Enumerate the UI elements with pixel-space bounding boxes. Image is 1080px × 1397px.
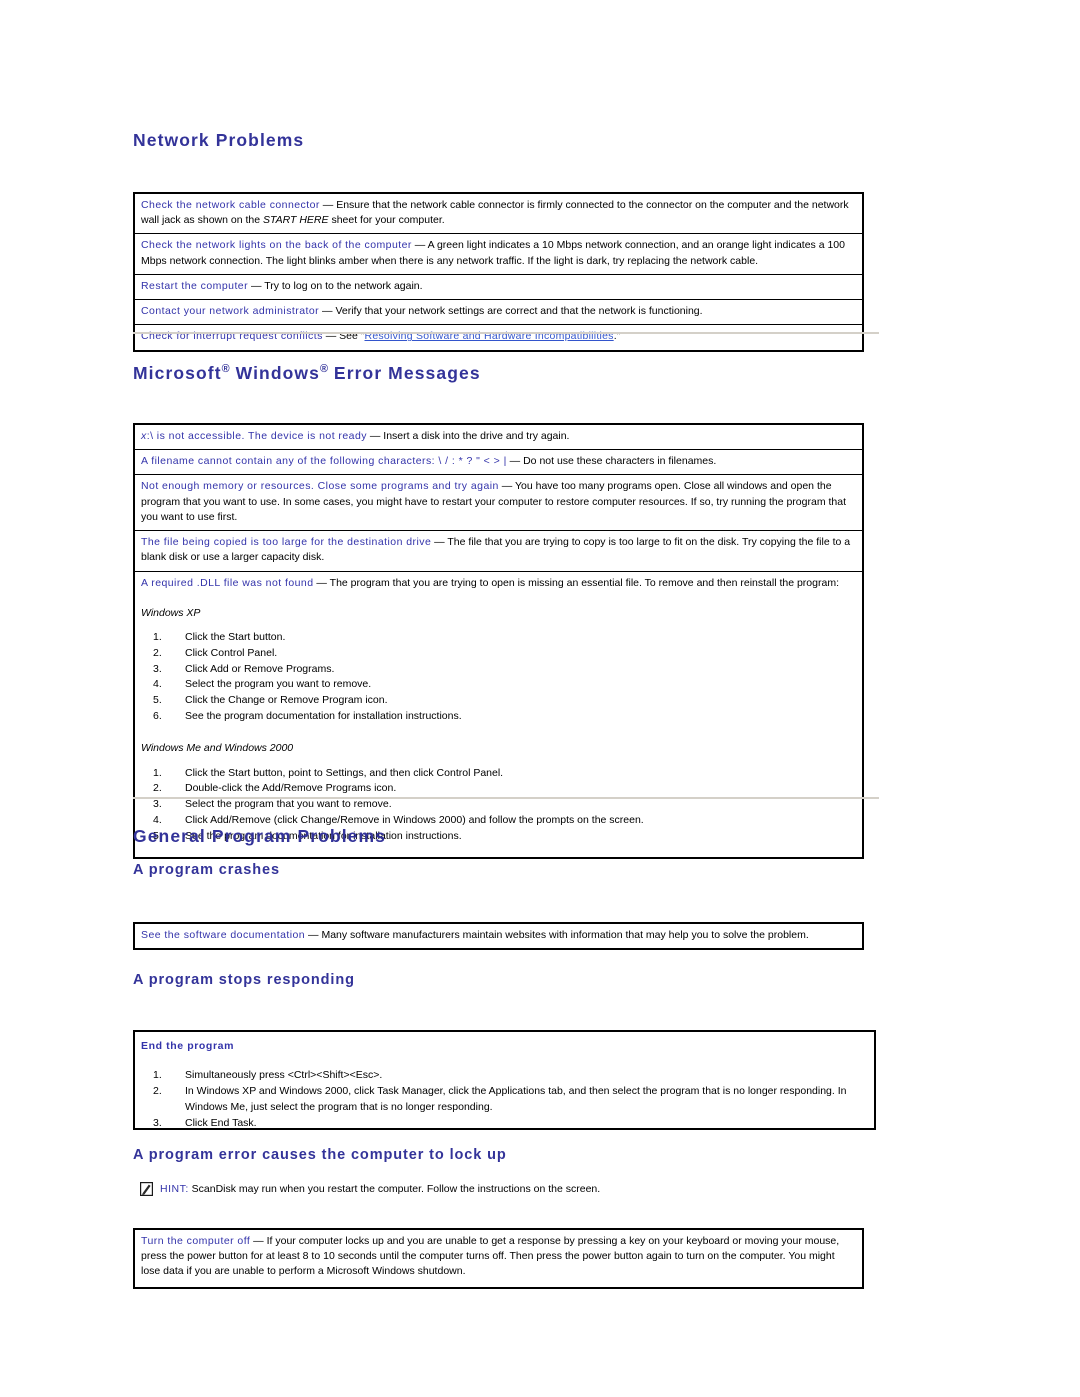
table-row: Turn the computer off — If your computer…	[133, 1228, 864, 1289]
heading-a-program-stops-responding: A program stops responding	[133, 972, 355, 988]
lock-up-table: Turn the computer off — If your computer…	[133, 1228, 864, 1289]
list-item: Click Add or Remove Programs.	[153, 662, 335, 678]
tip-cell-drive-not-accessible: x:\ is not accessible. The device is not…	[133, 423, 864, 451]
tip-lead: :\ is not accessible. The device is not …	[146, 430, 367, 442]
list-item: Click the Change or Remove Program icon.	[153, 693, 388, 709]
tip-body: — Many software manufacturers maintain w…	[305, 929, 809, 941]
document-page: Network Problems Check the network cable…	[0, 0, 1080, 1397]
tip-lead: Restart the computer	[141, 279, 249, 292]
tip-body: — Insert a disk into the drive and try a…	[366, 430, 570, 442]
tip-cell-contact-admin: Contact your network administrator — Ver…	[133, 299, 864, 326]
tip-lead: Check the network lights on the back of …	[141, 239, 412, 252]
heading-windows-error-messages: Microsoft® Windows® Error Messages	[133, 363, 481, 384]
table-row: Not enough memory or resources. Close so…	[133, 474, 864, 532]
tip-lead: The file being copied is too large for t…	[141, 536, 432, 549]
heading-network-problems: Network Problems	[133, 130, 305, 150]
list-item: Click the Start button.	[153, 630, 286, 646]
end-the-program-panel: End the program Simultaneously press <Ct…	[133, 1030, 876, 1132]
program-crashes-table: See the software documentation — Many so…	[133, 922, 864, 951]
section-divider-2	[133, 797, 879, 799]
tip-cell-see-software-documentation: See the software documentation — Many so…	[133, 922, 864, 950]
tip-cell-file-too-large: The file being copied is too large for t…	[133, 530, 864, 572]
list-item: Double-click the Add/Remove Programs ico…	[153, 781, 397, 797]
note-pencil-icon	[139, 1181, 154, 1197]
list-item: See the program documentation for instal…	[153, 709, 462, 725]
network-problems-table: Check the network cable connector — Ensu…	[133, 192, 864, 352]
hint-body: ScanDisk may run when you restart the co…	[188, 1183, 601, 1195]
hint-label: HINT:	[160, 1183, 189, 1195]
tip-lead: Check the network cable connector	[141, 199, 320, 211]
registered-trademark-icon: ®	[221, 363, 230, 376]
tip-cell-network-cable-connector: Check the network cable connector — Ensu…	[133, 192, 864, 235]
tip-cell-interrupt-conflicts: Check for interrupt request conflicts — …	[133, 324, 864, 352]
tip-lead: Turn the computer off	[141, 1235, 251, 1247]
table-row: Restart the computer — Try to log on to …	[133, 273, 864, 301]
subheading-windows-me-2000: Windows Me and Windows 2000	[141, 742, 294, 755]
list-item: Click Control Panel.	[153, 646, 278, 662]
panel-heading-end-the-program: End the program	[141, 1040, 235, 1052]
table-row: Check the network lights on the back of …	[133, 233, 864, 275]
table-row: A filename cannot contain any of the fol…	[133, 449, 864, 476]
table-row: x:\ is not accessible. The device is not…	[133, 423, 864, 451]
heading-a-program-crashes: A program crashes	[133, 862, 280, 878]
list-item: Click the Start button, point to Setting…	[153, 766, 504, 782]
table-row: Contact your network administrator — Ver…	[133, 299, 864, 326]
hint-text: HINT: ScanDisk may run when you restart …	[160, 1182, 600, 1197]
list-item: Select the program that you want to remo…	[153, 797, 392, 813]
tip-body: — Do not use these characters in filenam…	[506, 455, 717, 468]
table-row: Check for interrupt request conflicts — …	[133, 324, 864, 352]
heading-part-error-messages: Error Messages	[327, 363, 481, 383]
list-item: Simultaneously press <Ctrl><Shift><Esc>.	[153, 1068, 383, 1084]
windows-error-messages-table: x:\ is not accessible. The device is not…	[133, 423, 864, 859]
tip-cell-filename-characters: A filename cannot contain any of the fol…	[133, 449, 864, 476]
table-row: Check the network cable connector — Ensu…	[133, 192, 864, 235]
tip-lead: See the software documentation	[141, 929, 306, 941]
heading-part-windows: Windows	[229, 363, 320, 383]
table-row: See the software documentation — Many so…	[133, 922, 864, 950]
tip-cell-not-enough-memory: Not enough memory or resources. Close so…	[133, 474, 864, 532]
tip-lead: Not enough memory or resources. Close so…	[141, 480, 499, 493]
tip-italic: START HERE	[262, 214, 329, 227]
tip-cell-restart-computer: Restart the computer — Try to log on to …	[133, 273, 864, 301]
list-item: Click End Task.	[153, 1116, 257, 1132]
subheading-windows-xp: Windows XP	[141, 606, 201, 619]
steps-windows-xp: Click the Start button. Click Control Pa…	[141, 630, 856, 725]
heading-program-error-lock-up: A program error causes the computer to l…	[133, 1147, 507, 1163]
list-item: Select the program you want to remove.	[153, 677, 372, 693]
tip-cell-dll-not-found: A required .DLL file was not found — The…	[133, 570, 864, 859]
table-row: The file being copied is too large for t…	[133, 530, 864, 572]
registered-trademark-icon: ®	[319, 363, 328, 376]
heading-part-microsoft: Microsoft	[133, 363, 222, 383]
tip-body: — Verify that your network settings are …	[319, 305, 703, 318]
table-row: A required .DLL file was not found — The…	[133, 570, 864, 859]
tip-body: — The program that you are trying to ope…	[313, 576, 839, 589]
tip-body-2: sheet for your computer.	[328, 214, 445, 227]
tip-body: — Try to log on to the network again.	[248, 279, 423, 292]
tip-cell-network-lights: Check the network lights on the back of …	[133, 233, 864, 275]
tip-cell-turn-computer-off: Turn the computer off — If your computer…	[133, 1228, 864, 1289]
tip-lead: A required .DLL file was not found	[141, 576, 314, 589]
hint-note: HINT: ScanDisk may run when you restart …	[139, 1181, 860, 1197]
steps-end-the-program: Simultaneously press <Ctrl><Shift><Esc>.…	[141, 1068, 868, 1132]
heading-general-program-problems: General Program Problems	[133, 826, 387, 846]
tip-lead: A filename cannot contain any of the fol…	[141, 455, 507, 468]
list-item: In Windows XP and Windows 2000, click Ta…	[153, 1084, 847, 1114]
section-divider-1	[133, 332, 879, 334]
tip-lead: Contact your network administrator	[141, 305, 320, 318]
